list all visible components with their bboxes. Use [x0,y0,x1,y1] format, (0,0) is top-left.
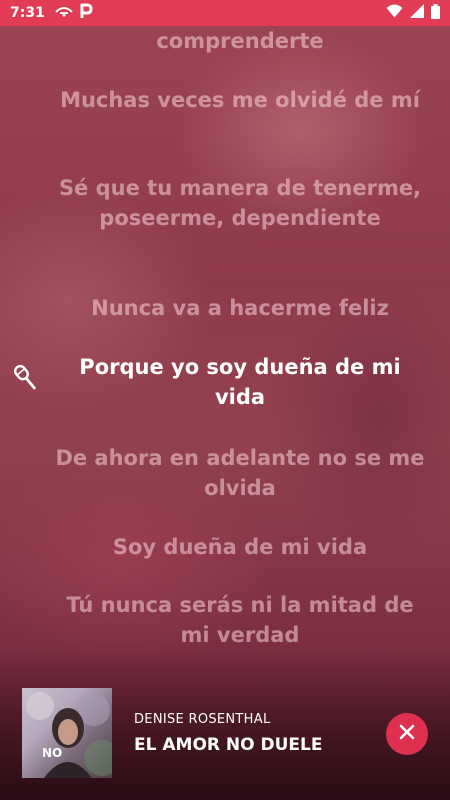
album-cover[interactable]: NO [22,688,112,778]
lyric-line: Tú nunca serás ni la mitad de mi verdad [66,593,414,647]
artist-name: DENISE ROSENTHAL [134,712,271,727]
lyric-line: comprenderte [156,29,324,53]
lyric-line: Muchas veces me olvidé de mí [60,88,420,112]
cell-signal-icon [410,4,424,22]
lyric-line: Soy dueña de mi vida [112,535,368,559]
status-left-icons [55,3,93,23]
lyric-line-active: Porque yo soy dueña de mi vida [79,355,401,409]
karaoke-mic-button[interactable] [8,362,44,398]
status-time: 7:31 [10,5,45,21]
cover-text: NO [42,746,63,760]
lyric-line: De ahora en adelante no se me olvida [55,446,425,500]
status-bar: 7:31 [0,0,450,26]
now-playing-bar[interactable]: NO DENISE ROSENTHAL EL AMOR NO DUELE [0,680,450,800]
battery-icon [431,3,440,23]
lyric-line: Sé que tu manera de tenerme, poseerme, d… [58,176,422,230]
lyric-line: Nunca va a hacerme feliz [91,296,389,320]
close-player-button[interactable] [386,713,428,755]
cast-icon [55,5,73,21]
wifi-icon [386,4,403,22]
status-right-icons [386,3,440,23]
p-app-icon [79,3,93,23]
microphone-icon [10,362,42,398]
close-icon [399,724,415,744]
lyrics-screen: 7:31 comprenderte Muchas veces me olvidé… [0,0,450,800]
track-title: EL AMOR NO DUELE [134,735,323,755]
